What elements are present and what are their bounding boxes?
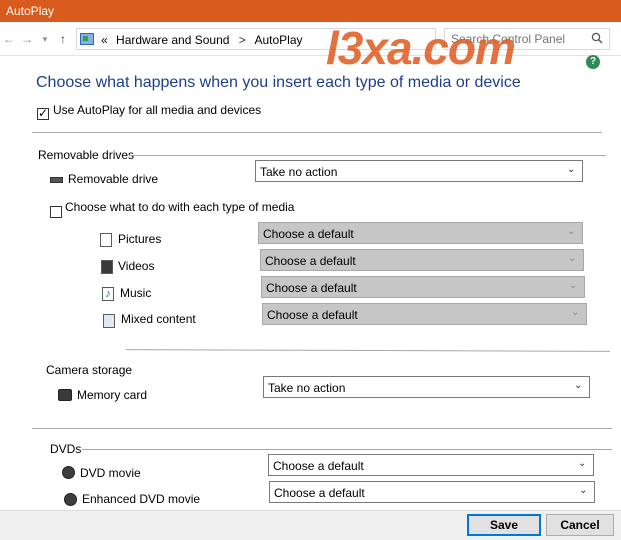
pictures-select-value: Choose a default bbox=[263, 227, 354, 241]
music-select[interactable]: Choose a default ⌄ bbox=[261, 276, 585, 298]
media-label-music: Music bbox=[120, 286, 152, 300]
recent-locations-chevron-icon[interactable]: ▾ bbox=[38, 32, 52, 46]
cancel-button[interactable]: Cancel bbox=[546, 514, 614, 536]
breadcrumb-overflow[interactable]: « bbox=[101, 33, 108, 47]
dvd-movie-select-value: Choose a default bbox=[273, 459, 364, 473]
enhanced-dvd-movie-select-value: Choose a default bbox=[274, 486, 365, 500]
forward-arrow-icon[interactable]: → bbox=[20, 32, 34, 46]
window-title: AutoPlay bbox=[6, 4, 55, 18]
section-label-camera-storage: Camera storage bbox=[46, 363, 133, 377]
back-arrow-icon[interactable]: ← bbox=[2, 32, 16, 46]
help-icon[interactable]: ? bbox=[586, 55, 600, 69]
mixed-content-select[interactable]: Choose a default ⌄ bbox=[262, 303, 587, 325]
breadcrumb-path: « Hardware and Sound > AutoPlay bbox=[101, 33, 303, 47]
chevron-down-icon: ⌄ bbox=[567, 226, 576, 237]
breadcrumb-separator: > bbox=[238, 33, 246, 47]
mixed-content-icon bbox=[103, 314, 115, 328]
dvd-movie-select[interactable]: Choose a default ⌄ bbox=[268, 454, 594, 476]
chevron-down-icon: ⌄ bbox=[567, 164, 576, 175]
enhanced-dvd-movie-icon bbox=[64, 493, 77, 506]
chevron-down-icon: ⌄ bbox=[569, 280, 578, 291]
media-label-mixed-content: Mixed content bbox=[121, 312, 196, 326]
removable-drive-label: Removable drive bbox=[68, 172, 159, 186]
chevron-down-icon: ⌄ bbox=[571, 307, 580, 318]
page-title: Choose what happens when you insert each… bbox=[36, 74, 521, 91]
section-rule bbox=[129, 155, 606, 156]
chevron-down-icon: ⌄ bbox=[578, 458, 587, 469]
pictures-select[interactable]: Choose a default ⌄ bbox=[258, 222, 583, 244]
per-media-label[interactable]: Choose what to do with each type of medi… bbox=[65, 200, 294, 214]
memory-card-select-value: Take no action bbox=[268, 381, 346, 395]
music-select-value: Choose a default bbox=[266, 281, 357, 295]
memory-card-select[interactable]: Take no action ⌄ bbox=[263, 376, 590, 398]
media-label-pictures: Pictures bbox=[118, 232, 162, 246]
mixed-content-select-value: Choose a default bbox=[267, 308, 358, 322]
section-label-dvds: DVDs bbox=[50, 442, 82, 456]
breadcrumb-item-autoplay[interactable]: AutoPlay bbox=[254, 33, 302, 47]
section-label-removable-drives: Removable drives bbox=[38, 148, 135, 162]
per-media-checkbox[interactable] bbox=[50, 206, 62, 218]
music-icon: ♪ bbox=[102, 287, 114, 301]
section-rule bbox=[82, 449, 612, 450]
videos-icon bbox=[101, 260, 113, 274]
section-rule bbox=[125, 349, 611, 352]
use-autoplay-checkbox[interactable] bbox=[37, 106, 49, 120]
breadcrumb-item-hardware-and-sound[interactable]: Hardware and Sound bbox=[116, 33, 229, 47]
memory-card-icon bbox=[58, 389, 72, 401]
dvd-movie-icon bbox=[62, 466, 75, 479]
removable-drive-select-value: Take no action bbox=[260, 165, 338, 179]
chevron-down-icon: ⌄ bbox=[568, 253, 577, 264]
media-label-videos: Videos bbox=[118, 259, 155, 273]
enhanced-dvd-movie-select[interactable]: Choose a default ⌄ bbox=[269, 481, 595, 503]
removable-drive-icon bbox=[50, 177, 63, 183]
use-autoplay-label[interactable]: Use AutoPlay for all media and devices bbox=[53, 103, 261, 117]
dialog-footer: Save Cancel bbox=[0, 510, 621, 540]
videos-select[interactable]: Choose a default ⌄ bbox=[260, 249, 584, 271]
chevron-down-icon: ⌄ bbox=[574, 380, 583, 391]
control-panel-icon bbox=[80, 33, 94, 45]
chevron-down-icon: ⌄ bbox=[579, 485, 588, 496]
memory-card-label: Memory card bbox=[77, 388, 148, 402]
videos-select-value: Choose a default bbox=[265, 254, 356, 268]
divider bbox=[32, 428, 612, 429]
watermark-logo: l3xa.com bbox=[326, 22, 516, 74]
save-button[interactable]: Save bbox=[467, 514, 541, 536]
dvd-movie-label: DVD movie bbox=[80, 466, 141, 480]
pictures-icon bbox=[100, 233, 112, 247]
up-arrow-icon[interactable]: ↑ bbox=[56, 32, 70, 46]
enhanced-dvd-movie-label: Enhanced DVD movie bbox=[82, 492, 201, 506]
removable-drive-select[interactable]: Take no action ⌄ bbox=[255, 160, 583, 182]
divider bbox=[32, 132, 602, 133]
